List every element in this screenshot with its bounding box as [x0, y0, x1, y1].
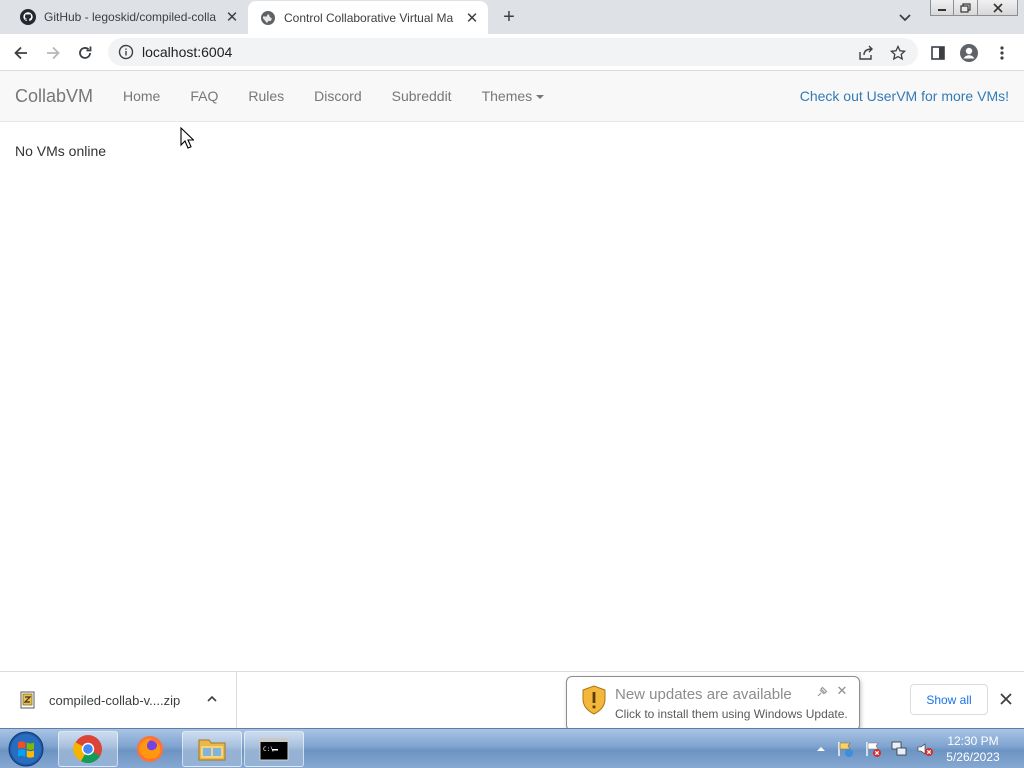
- globe-icon: [260, 10, 276, 26]
- new-tab-plus-icon[interactable]: +: [498, 6, 520, 28]
- volume-muted-icon[interactable]: [916, 740, 934, 758]
- zip-file-icon: [20, 691, 36, 709]
- system-clock[interactable]: 12:30 PM 5/26/2023: [940, 733, 1006, 765]
- close-tab-icon[interactable]: ✕: [224, 9, 240, 26]
- screen: { "browser": { "tabs": [ { "title": "Git…: [0, 0, 1024, 768]
- window-controls: [930, 0, 1018, 18]
- close-icon[interactable]: [998, 691, 1014, 707]
- back-arrow-icon[interactable]: [8, 40, 34, 66]
- nav-faq[interactable]: FAQ: [175, 71, 233, 121]
- url-text: localhost:6004: [142, 44, 233, 60]
- close-window-icon[interactable]: [978, 0, 1018, 16]
- nav-subreddit[interactable]: Subreddit: [377, 71, 467, 121]
- system-tray: [814, 729, 934, 768]
- chevron-up-icon[interactable]: [205, 692, 219, 706]
- clock-date: 5/26/2023: [946, 750, 1000, 764]
- bookmark-star-icon[interactable]: [885, 40, 911, 66]
- show-all-button[interactable]: Show all: [910, 684, 988, 715]
- share-icon[interactable]: [853, 40, 879, 66]
- profile-avatar-icon[interactable]: [956, 40, 982, 66]
- side-panel-icon[interactable]: [925, 40, 951, 66]
- clock-time: 12:30 PM: [947, 734, 999, 748]
- nav-themes-label: Themes: [481, 88, 533, 104]
- notification-title: New updates are available: [615, 686, 792, 703]
- show-hidden-icons-icon[interactable]: [814, 742, 828, 756]
- more-menu-icon[interactable]: [989, 40, 1015, 66]
- tab-strip: GitHub - legoskid/compiled-colla ✕ Contr…: [0, 0, 1024, 34]
- nav-links: Home FAQ Rules Discord Subreddit Themes: [108, 71, 559, 121]
- notification-text: Click to install them using Windows Upda…: [615, 707, 848, 721]
- download-bar: compiled-collab-v....zip Show all: [0, 671, 1024, 728]
- download-item[interactable]: compiled-collab-v....zip: [0, 672, 237, 728]
- tab-collabvm[interactable]: Control Collaborative Virtual Ma ✕: [248, 1, 488, 34]
- restore-icon[interactable]: [954, 0, 978, 16]
- mouse-cursor-icon: [180, 126, 195, 149]
- site-brand[interactable]: CollabVM: [15, 86, 93, 107]
- close-tab-icon[interactable]: ✕: [464, 10, 480, 27]
- close-notification-icon[interactable]: ✕: [836, 684, 848, 697]
- info-icon[interactable]: [118, 44, 134, 60]
- tab-title: Control Collaborative Virtual Ma: [284, 10, 454, 25]
- start-button[interactable]: [4, 730, 48, 768]
- minimize-icon[interactable]: [930, 0, 954, 16]
- vm-status-text: No VMs online: [15, 143, 107, 159]
- nav-themes-dropdown[interactable]: Themes: [467, 71, 560, 121]
- cmd-icon[interactable]: C:\: [244, 731, 304, 767]
- uservm-link[interactable]: Check out UserVM for more VMs!: [800, 71, 1009, 121]
- chrome-icon[interactable]: [58, 731, 118, 767]
- nav-home[interactable]: Home: [108, 71, 175, 121]
- address-bar[interactable]: localhost:6004: [108, 38, 918, 66]
- site-navbar: CollabVM Home FAQ Rules Discord Subreddi…: [0, 71, 1024, 122]
- forward-arrow-icon[interactable]: [40, 40, 66, 66]
- pin-icon[interactable]: [816, 685, 828, 697]
- shield-warning-icon: [581, 685, 607, 715]
- tab-title: GitHub - legoskid/compiled-colla: [44, 10, 217, 24]
- download-file-name: compiled-collab-v....zip: [49, 692, 181, 708]
- nav-discord[interactable]: Discord: [299, 71, 376, 121]
- reload-icon[interactable]: [72, 40, 98, 66]
- caret-down-icon: [536, 95, 545, 100]
- firefox-icon[interactable]: [120, 731, 180, 767]
- nav-rules[interactable]: Rules: [233, 71, 299, 121]
- tab-search-chevron-icon[interactable]: [896, 8, 914, 26]
- tab-github[interactable]: GitHub - legoskid/compiled-colla ✕: [8, 0, 248, 34]
- github-icon: [20, 9, 36, 25]
- network-icon[interactable]: [890, 740, 908, 758]
- action-center-error-icon[interactable]: [864, 740, 882, 758]
- explorer-icon[interactable]: [182, 731, 242, 767]
- update-notification[interactable]: New updates are available Click to insta…: [566, 676, 860, 731]
- browser-toolbar: localhost:6004: [0, 34, 1024, 71]
- taskbar: C:\ 12:30 PM 5/26/2023: [0, 728, 1024, 768]
- action-center-flag-icon[interactable]: [836, 740, 854, 758]
